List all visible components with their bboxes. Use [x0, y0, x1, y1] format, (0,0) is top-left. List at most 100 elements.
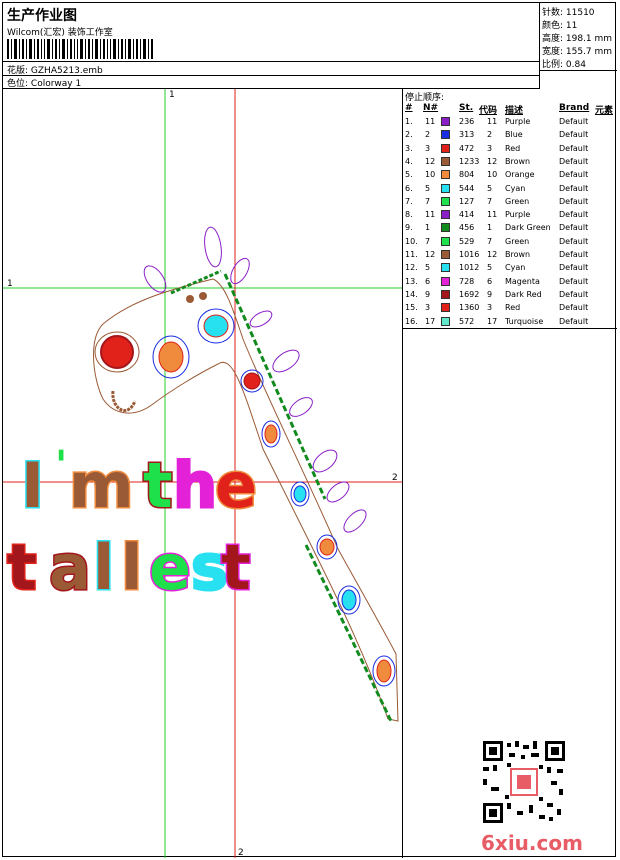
color-swatch	[441, 236, 450, 246]
colorway-line: 色位: Colorway 1	[7, 76, 81, 89]
legend-cell-desc: Purple	[505, 210, 531, 220]
color-swatch	[441, 156, 450, 166]
legend-row: 9. 1 456 1 Dark Green Default	[403, 222, 617, 235]
legend-cell-code: 11	[487, 117, 498, 126]
legend-cell-n: 13.	[405, 276, 418, 286]
legend-cell-code: 3	[487, 143, 493, 153]
text-h: h	[173, 449, 217, 522]
axis-label-top: 1	[169, 90, 175, 100]
col-num: #	[405, 103, 413, 113]
legend-row: 12. 5 1012 5 Cyan Default	[403, 262, 617, 275]
col-element: 元素	[595, 106, 614, 116]
legend-cell-no: 5	[425, 263, 431, 273]
legend-cell-desc: Red	[505, 143, 521, 153]
header-panel: 生产作业图 Wilcom(汇宏) 装饰工作室 花版: GZHA5213.emb …	[3, 3, 540, 89]
color-swatch	[441, 289, 450, 299]
color-swatch	[441, 143, 450, 153]
legend-row: 16. 17 572 17 Turquoise Default	[403, 316, 617, 329]
text-apostrophe: '	[55, 443, 67, 489]
colorway-value: Colorway 1	[30, 79, 82, 89]
legend-cell-st: 472	[459, 143, 475, 153]
color-swatch	[441, 263, 450, 273]
legend-cell-no: 3	[425, 303, 431, 313]
legend-cell-no: 6	[425, 276, 431, 286]
legend-cell-code: 9	[487, 289, 493, 299]
legend-row: 6. 5 544 5 Cyan Default	[403, 183, 617, 196]
legend-cell-desc: Dark Green	[505, 223, 551, 233]
legend-cell-code: 11	[487, 210, 498, 220]
legend-cell-brand: Default	[559, 170, 589, 180]
legend-cell-st: 1233	[459, 156, 480, 166]
legend-cell-st: 1692	[459, 289, 480, 299]
embroidery-drawing: I ' m t h e t a l l e s t	[3, 89, 402, 858]
legend-cell-n: 3.	[405, 143, 413, 153]
legend-cell-no: 12	[425, 250, 436, 259]
legend-cell-brand: Default	[559, 223, 589, 233]
legend-cell-n: 2.	[405, 130, 413, 140]
design-canvas: I ' m t h e t a l l e s t 1 1 2 2	[3, 89, 403, 858]
legend-cell-brand: Default	[559, 130, 589, 140]
company-name: Wilcom(汇宏) 装饰工作室	[7, 28, 113, 38]
legend-cell-brand: Default	[559, 117, 589, 126]
color-swatch	[441, 210, 450, 220]
color-swatch	[441, 303, 450, 313]
text-t1: t	[143, 449, 173, 522]
legend-cell-desc: Green	[505, 236, 530, 246]
qr-code-icon	[481, 739, 567, 825]
legend-cell-no: 11	[425, 117, 436, 126]
legend-cell-no: 7	[425, 236, 431, 246]
color-swatch	[441, 130, 450, 140]
legend-cell-no: 17	[425, 316, 436, 326]
legend-cell-brand: Default	[559, 316, 589, 326]
color-count: 颜色: 11	[542, 21, 578, 31]
legend-cell-code: 5	[487, 263, 493, 273]
legend-cell-st: 529	[459, 236, 475, 246]
axis-label-right: 2	[392, 473, 398, 483]
color-swatch	[441, 223, 450, 233]
legend-cell-st: 1016	[459, 250, 480, 259]
legend-cell-brand: Default	[559, 196, 589, 206]
design-height: 高度: 198.1 mm	[542, 34, 613, 44]
text-a: a	[49, 531, 91, 604]
legend-cell-brand: Default	[559, 250, 589, 259]
legend-cell-no: 1	[425, 223, 431, 233]
col-no: N#	[423, 103, 439, 113]
legend-row: 8. 11 414 11 Purple Default	[403, 209, 617, 222]
legend-row: 5. 10 804 10 Orange Default	[403, 169, 617, 182]
legend-row: 11. 12 1016 12 Brown Default	[403, 249, 617, 262]
production-sheet: 生产作业图 Wilcom(汇宏) 装饰工作室 花版: GZHA5213.emb …	[2, 2, 617, 858]
page-title: 生产作业图	[7, 8, 77, 24]
col-desc: 描述	[505, 106, 524, 116]
legend-cell-code: 1	[487, 223, 493, 233]
color-swatch	[441, 170, 450, 180]
legend-cell-brand: Default	[559, 183, 589, 193]
legend-cell-code: 12	[487, 250, 498, 259]
color-swatch	[441, 196, 450, 206]
legend-cell-n: 5.	[405, 170, 413, 180]
text-t2: t	[7, 531, 37, 604]
legend-cell-no: 3	[425, 143, 431, 153]
legend-cell-code: 7	[487, 196, 493, 206]
legend-cell-n: 12.	[405, 263, 418, 273]
color-swatch	[441, 117, 450, 126]
text-m: m	[69, 449, 134, 522]
legend-cell-brand: Default	[559, 263, 589, 273]
legend-cell-desc: Brown	[505, 156, 531, 166]
legend-cell-st: 728	[459, 276, 475, 286]
legend-cell-st: 236	[459, 117, 475, 126]
legend-row: 14. 9 1692 9 Dark Red Default	[403, 289, 617, 302]
legend-cell-no: 10	[425, 170, 436, 180]
color-swatch	[441, 250, 450, 259]
legend-cell-desc: Blue	[505, 130, 523, 140]
legend-title: 停止顺序:	[405, 93, 445, 103]
legend-cell-no: 12	[425, 156, 436, 166]
legend-cell-n: 14.	[405, 289, 418, 299]
design-width: 宽度: 155.7 mm	[542, 47, 613, 57]
legend-cell-st: 572	[459, 316, 475, 326]
text-l1: l	[93, 531, 114, 604]
legend-cell-brand: Default	[559, 276, 589, 286]
legend-cell-brand: Default	[559, 289, 589, 299]
legend-cell-st: 127	[459, 196, 475, 206]
legend-cell-desc: Orange	[505, 170, 535, 180]
col-code: 代码	[479, 106, 498, 116]
